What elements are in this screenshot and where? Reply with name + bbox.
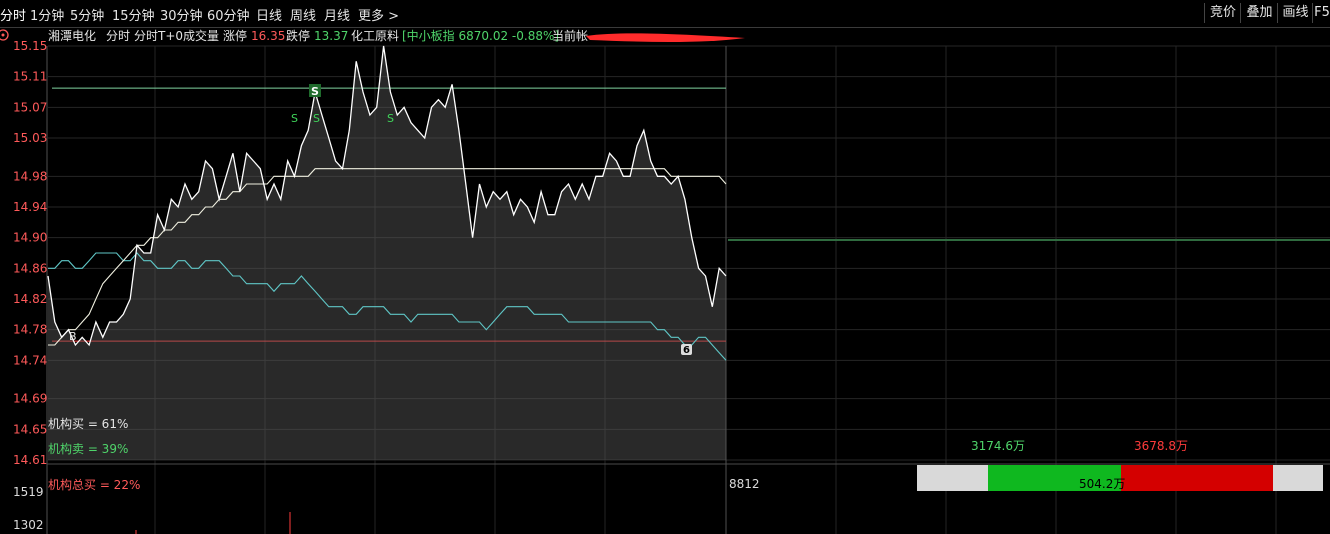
index-readout: [中小板指 6870.02 -0.88%] bbox=[402, 28, 559, 43]
green-amount: 3174.6万 bbox=[971, 439, 1025, 453]
timeframe-tab-8[interactable]: 月线 bbox=[324, 5, 350, 24]
bar-right-gray bbox=[1273, 465, 1323, 491]
period-toolbar: 分时 1分钟 5分钟 15分钟 30分钟 60分钟 日线 周线 月线 更多 > 竞价 叠加 画线 F5 bbox=[0, 0, 1330, 28]
timeframe-tab-5[interactable]: 60分钟 bbox=[207, 5, 250, 24]
y-tick-label: 14.82 bbox=[13, 292, 47, 306]
inst-buy-label: 机构买 = 61% bbox=[48, 416, 128, 431]
volume-readout: 8812 bbox=[729, 477, 760, 491]
toolbar-button-1[interactable]: 叠加 bbox=[1240, 3, 1278, 23]
y-tick-label: 14.74 bbox=[13, 353, 47, 367]
y-axis: 15.15 15.11 15.07 15.03 14.98 14.94 14.90 14.86… bbox=[13, 39, 47, 532]
stock-name[interactable]: 湘潭电化 bbox=[48, 28, 96, 43]
y-tick-label: 15.03 bbox=[13, 131, 47, 145]
y-tick-label: 14.86 bbox=[13, 261, 47, 275]
toolbar-button-3[interactable]: F5 bbox=[1312, 3, 1330, 23]
timeframe-tab-4[interactable]: 30分钟 bbox=[160, 5, 203, 24]
y-tick-label: 14.98 bbox=[13, 169, 47, 183]
buy-marker: B bbox=[69, 330, 77, 343]
inst-total-buy-label: 机构总买 = 22% bbox=[48, 477, 140, 492]
sell-marker: S bbox=[313, 112, 320, 125]
y-tick-label: 14.78 bbox=[13, 323, 47, 337]
bar-left-gray bbox=[917, 465, 988, 491]
circle-marker: 6 bbox=[683, 345, 690, 356]
inst-sell-label: 机构卖 = 39% bbox=[48, 441, 128, 456]
mode-label-2[interactable]: 分时T+0 bbox=[134, 29, 183, 43]
y-tick-label: 14.65 bbox=[13, 422, 47, 436]
y-tick-label: 15.07 bbox=[13, 100, 47, 114]
y-tick-label: 14.61 bbox=[13, 453, 47, 467]
intraday-chart: 15.15 15.11 15.07 15.03 14.98 14.94 14.90 14.86… bbox=[0, 28, 1330, 534]
volume-tick-label: 1302 bbox=[13, 518, 44, 532]
timeframe-tab-0[interactable]: 分时 bbox=[0, 5, 26, 24]
y-tick-label: 14.69 bbox=[13, 392, 47, 406]
y-tick-label: 15.11 bbox=[13, 70, 47, 84]
limit-up-value: 16.35 bbox=[251, 29, 285, 43]
settings-dot-icon bbox=[1, 33, 5, 37]
y-tick-label: 14.90 bbox=[13, 231, 47, 245]
timeframe-tab-6[interactable]: 日线 bbox=[256, 5, 282, 24]
red-amount: 3678.8万 bbox=[1134, 439, 1188, 453]
bar-red bbox=[1121, 465, 1273, 491]
diff-amount: 504.2万 bbox=[1079, 477, 1125, 491]
y-tick-label: 15.15 bbox=[13, 39, 47, 53]
timeframe-tab-1[interactable]: 1分钟 bbox=[30, 5, 64, 24]
current-account-label: 当前帐 bbox=[552, 28, 588, 43]
timeframe-tab-7[interactable]: 周线 bbox=[290, 5, 316, 24]
info-bar: 湘潭电化 分时 分时T+0 成交量 涨停 16.35 跌停 13.37 化工原料… bbox=[0, 28, 745, 43]
limit-down-label: 跌停 bbox=[286, 28, 310, 43]
sell-marker: S bbox=[387, 112, 394, 125]
volume-tick-label: 1519 bbox=[13, 485, 44, 499]
sell-marker: S bbox=[291, 112, 298, 125]
redaction-stroke bbox=[586, 33, 745, 42]
timeframe-tab-9[interactable]: 更多 > bbox=[358, 5, 399, 24]
y-tick-label: 14.94 bbox=[13, 200, 47, 214]
bid-ask-bar: 3174.6万 3678.8万 504.2万 bbox=[917, 439, 1323, 491]
mode-label-1[interactable]: 分时 bbox=[106, 29, 130, 43]
limit-up-label: 涨停 bbox=[223, 28, 247, 43]
sell-marker: S bbox=[311, 85, 319, 98]
toolbar-button-0[interactable]: 竞价 bbox=[1204, 3, 1241, 23]
volume-label[interactable]: 成交量 bbox=[183, 28, 219, 43]
sector-label[interactable]: 化工原料 bbox=[351, 29, 399, 43]
limit-down-value: 13.37 bbox=[314, 29, 348, 43]
timeframe-tab-3[interactable]: 15分钟 bbox=[112, 5, 155, 24]
timeframe-tab-2[interactable]: 5分钟 bbox=[70, 5, 104, 24]
toolbar-button-2[interactable]: 画线 bbox=[1277, 3, 1313, 23]
